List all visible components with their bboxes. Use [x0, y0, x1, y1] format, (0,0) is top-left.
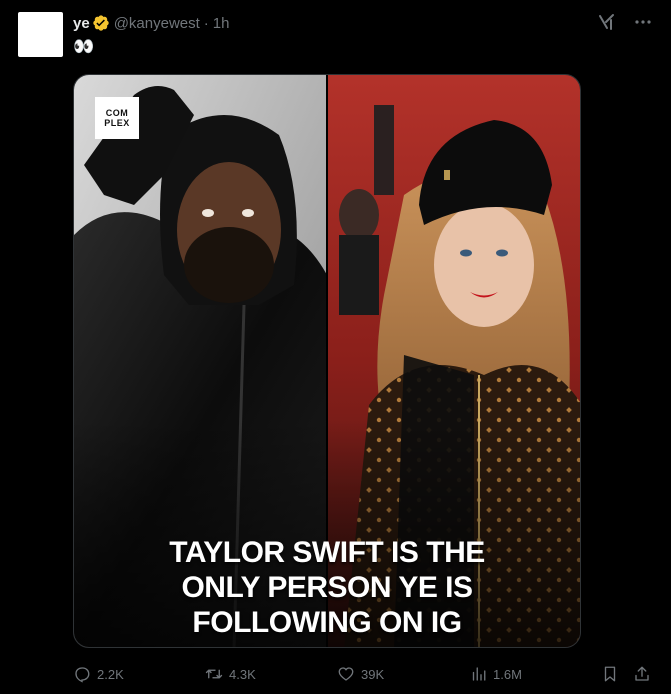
bookmark-icon [604, 666, 616, 682]
share-button[interactable] [633, 665, 651, 683]
reply-count: 2.2K [97, 666, 124, 682]
reply-icon [75, 667, 90, 683]
reply-button[interactable]: 2.2K [73, 665, 124, 683]
tweet-timestamp[interactable]: 1h [213, 15, 230, 32]
like-count: 39K [361, 666, 385, 682]
tweet-action-bar: 2.2K 4.3K 39K 1.6M [73, 664, 653, 684]
views-button[interactable]: 1.6M [469, 665, 522, 683]
like-button[interactable]: 39K [337, 665, 384, 683]
more-icon[interactable] [633, 12, 653, 32]
tweet-text: 👀 [73, 37, 95, 56]
complex-logo: COM PLEX [95, 97, 139, 139]
views-count: 1.6M [493, 666, 522, 682]
verified-badge-icon[interactable] [92, 14, 110, 32]
avatar[interactable] [18, 12, 63, 57]
headline-line-2: ONLY PERSON YE IS [181, 571, 473, 604]
header-separator: · [203, 14, 209, 32]
retweet-icon [205, 669, 223, 679]
headline-line-3: FOLLOWING ON IG [192, 606, 462, 639]
heart-icon [338, 667, 354, 681]
tweet[interactable]: ye @kanyewest · 1h 👀 COM PLEX TAYLOR SWI… [0, 0, 671, 694]
display-name[interactable]: ye [73, 15, 90, 32]
tweet-top-actions [597, 12, 653, 32]
retweet-button[interactable]: 4.3K [205, 665, 256, 683]
headline-line-1: TAYLOR SWIFT IS THE [169, 536, 485, 569]
grok-icon[interactable] [597, 12, 617, 32]
media-headline: TAYLOR SWIFT IS THE ONLY PERSON YE IS FO… [74, 535, 580, 640]
tweet-header: ye @kanyewest · 1h [73, 12, 229, 34]
views-icon [472, 667, 486, 681]
tweet-media-image[interactable]: COM PLEX TAYLOR SWIFT IS THE ONLY PERSON… [73, 74, 581, 648]
share-icon [635, 666, 649, 681]
retweet-count: 4.3K [229, 666, 256, 682]
user-handle[interactable]: @kanyewest [114, 15, 200, 32]
bookmark-button[interactable] [601, 665, 619, 683]
